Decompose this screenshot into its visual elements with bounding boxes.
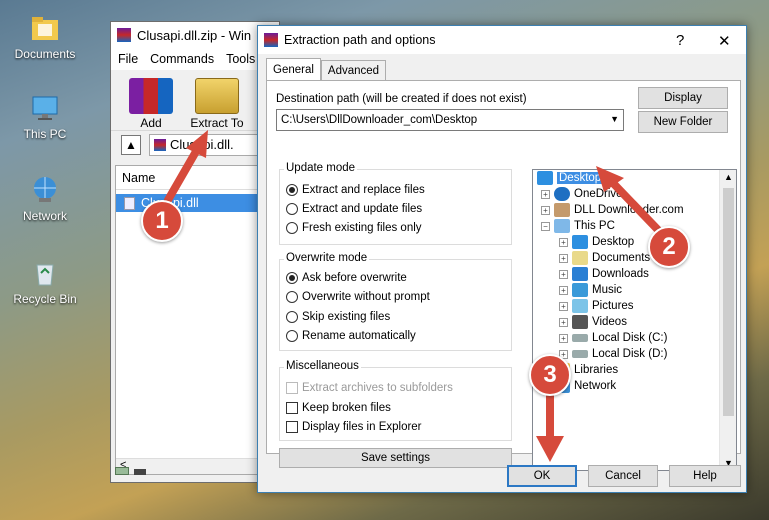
- arrow-1-shaft: [164, 144, 202, 204]
- annotation-badge-2: 2: [648, 226, 690, 268]
- arrow-3-head: [536, 436, 564, 462]
- annotation-badge-3: 3: [529, 354, 571, 396]
- arrow-2-shaft: [608, 178, 664, 236]
- annotation-badge-1: 1: [141, 200, 183, 242]
